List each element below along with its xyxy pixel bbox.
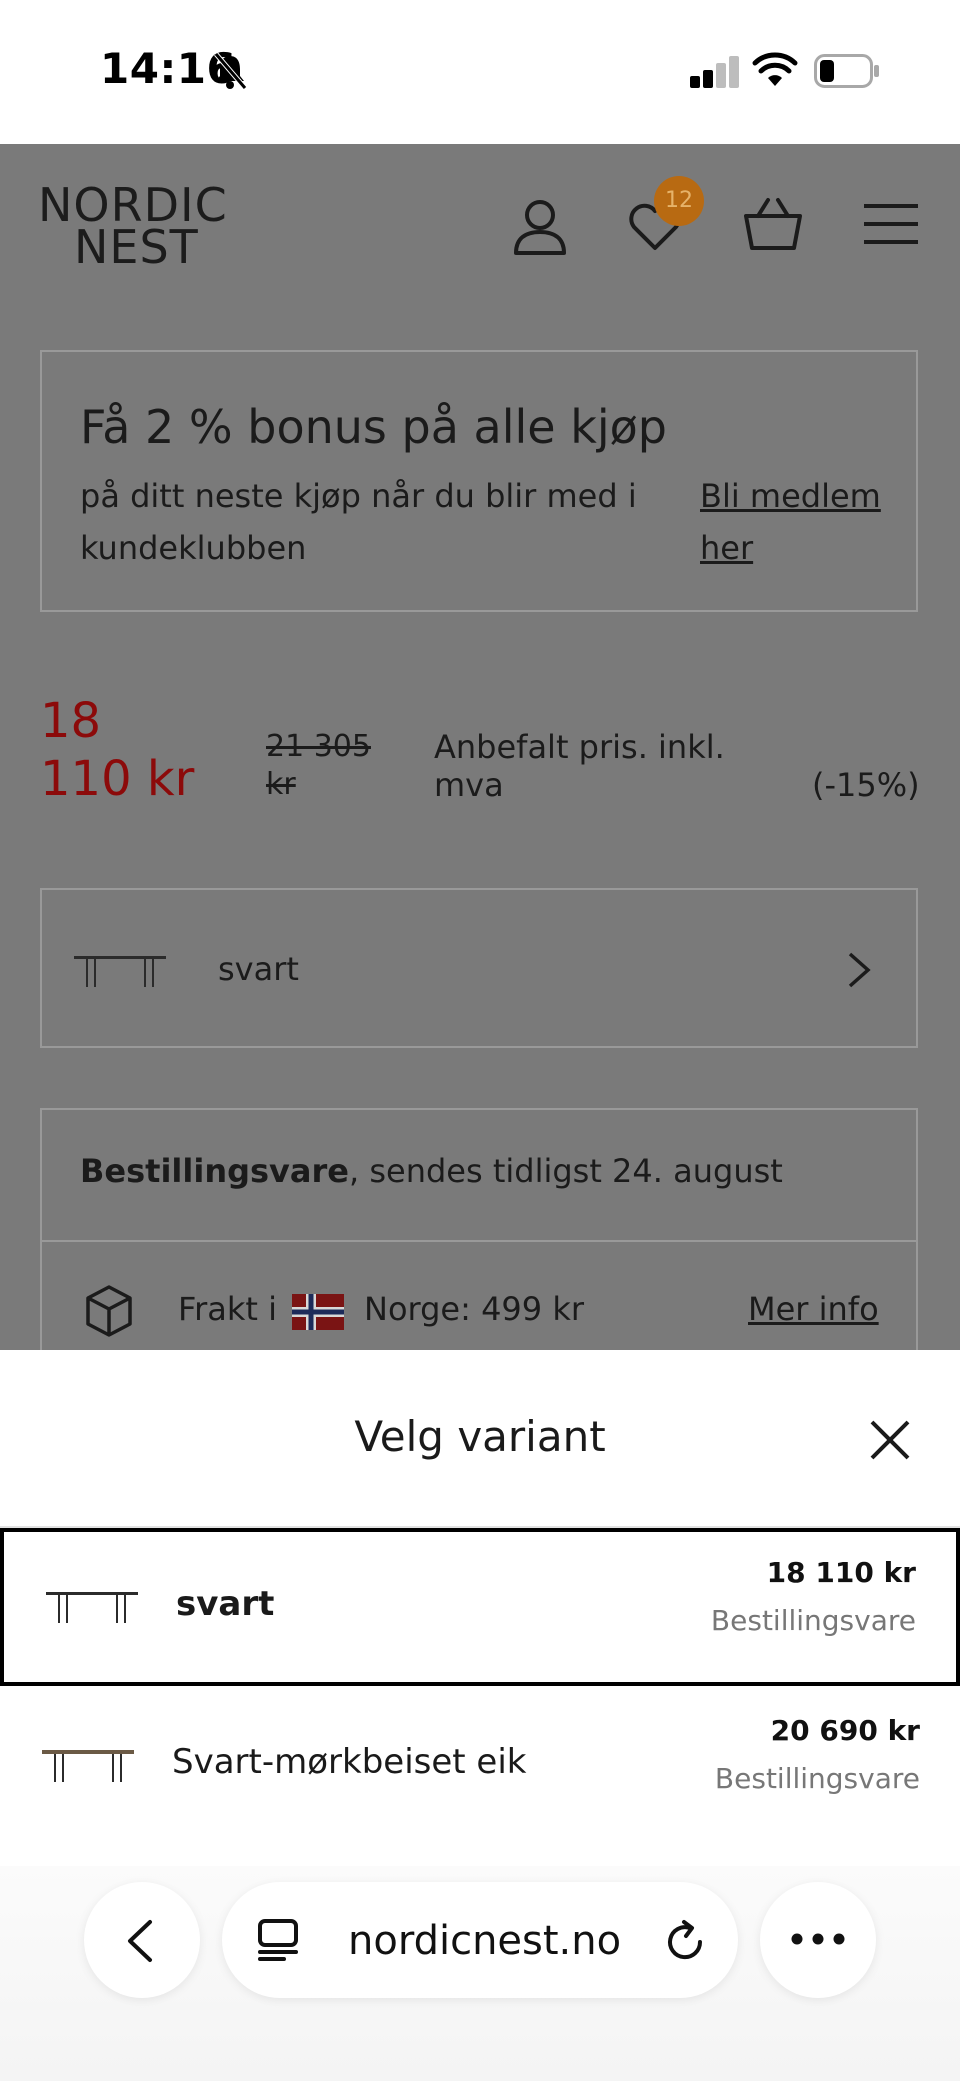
norway-flag-icon — [292, 1294, 344, 1330]
recommended-price-label: Anbefalt pris. inkl. mva — [434, 728, 725, 804]
table-thumbnail — [74, 956, 166, 987]
battery-icon — [814, 54, 879, 88]
basket-icon[interactable] — [742, 196, 804, 252]
cellular-signal-icon — [690, 56, 739, 88]
close-icon[interactable] — [868, 1418, 912, 1462]
user-icon[interactable] — [512, 198, 568, 256]
join-club-link[interactable]: Bli medlem her — [700, 470, 900, 574]
divider — [40, 1240, 918, 1242]
bonus-title: Få 2 % bonus på alle kjøp — [80, 400, 667, 454]
more-info-link[interactable]: Mer info — [748, 1290, 879, 1328]
status-bar: 14:16 — [0, 0, 960, 144]
original-price: 21 305 kr — [266, 729, 371, 802]
back-icon — [128, 1920, 152, 1962]
back-button[interactable] — [84, 1882, 200, 1998]
variant-selector-label: svart — [218, 950, 299, 988]
variant-name: svart — [176, 1584, 275, 1624]
product-page-overlay: NORDIC NEST 12 Få 2 % bonus på alle kjøp… — [0, 144, 960, 1354]
variant-option-selected[interactable]: svart 18 110 kr Bestillingsvare — [0, 1528, 960, 1686]
more-icon — [791, 1933, 845, 1945]
wifi-icon — [752, 52, 798, 86]
table-thumbnail — [46, 1592, 138, 1623]
variant-name: Svart-mørkbeiset eik — [172, 1742, 527, 1782]
discount-label: (-15%) — [812, 766, 920, 804]
bell-slash-icon — [214, 52, 247, 90]
variant-status: Bestillingsvare — [714, 1762, 920, 1795]
reload-icon[interactable] — [662, 1918, 708, 1964]
variant-status: Bestillingsvare — [710, 1604, 916, 1637]
variant-selector[interactable] — [40, 888, 918, 1048]
shipping-label: Frakt i — [178, 1290, 277, 1328]
chevron-right-icon — [848, 952, 871, 988]
variant-option[interactable]: Svart-mørkbeiset eik 20 690 kr Bestillin… — [0, 1686, 960, 1844]
more-button[interactable] — [760, 1882, 876, 1998]
wishlist-count-badge: 12 — [654, 176, 704, 226]
logo[interactable]: NEST — [74, 224, 199, 270]
order-status: Bestillingsvare, sendes tidligst 24. aug… — [80, 1152, 783, 1190]
table-thumbnail — [42, 1750, 134, 1782]
tabs-icon[interactable] — [256, 1918, 300, 1962]
url-text[interactable]: nordicnest.no — [348, 1918, 621, 1964]
shipping-cost: Norge: 499 kr — [364, 1290, 584, 1328]
package-icon — [86, 1285, 132, 1337]
bonus-description: på ditt neste kjøp når du blir med i kun… — [80, 477, 637, 567]
variant-price: 18 110 kr — [766, 1556, 916, 1589]
current-price: 18 110 kr — [40, 693, 195, 807]
menu-icon[interactable] — [864, 202, 918, 246]
sheet-title: Velg variant — [354, 1412, 606, 1461]
variant-price: 20 690 kr — [770, 1714, 920, 1747]
